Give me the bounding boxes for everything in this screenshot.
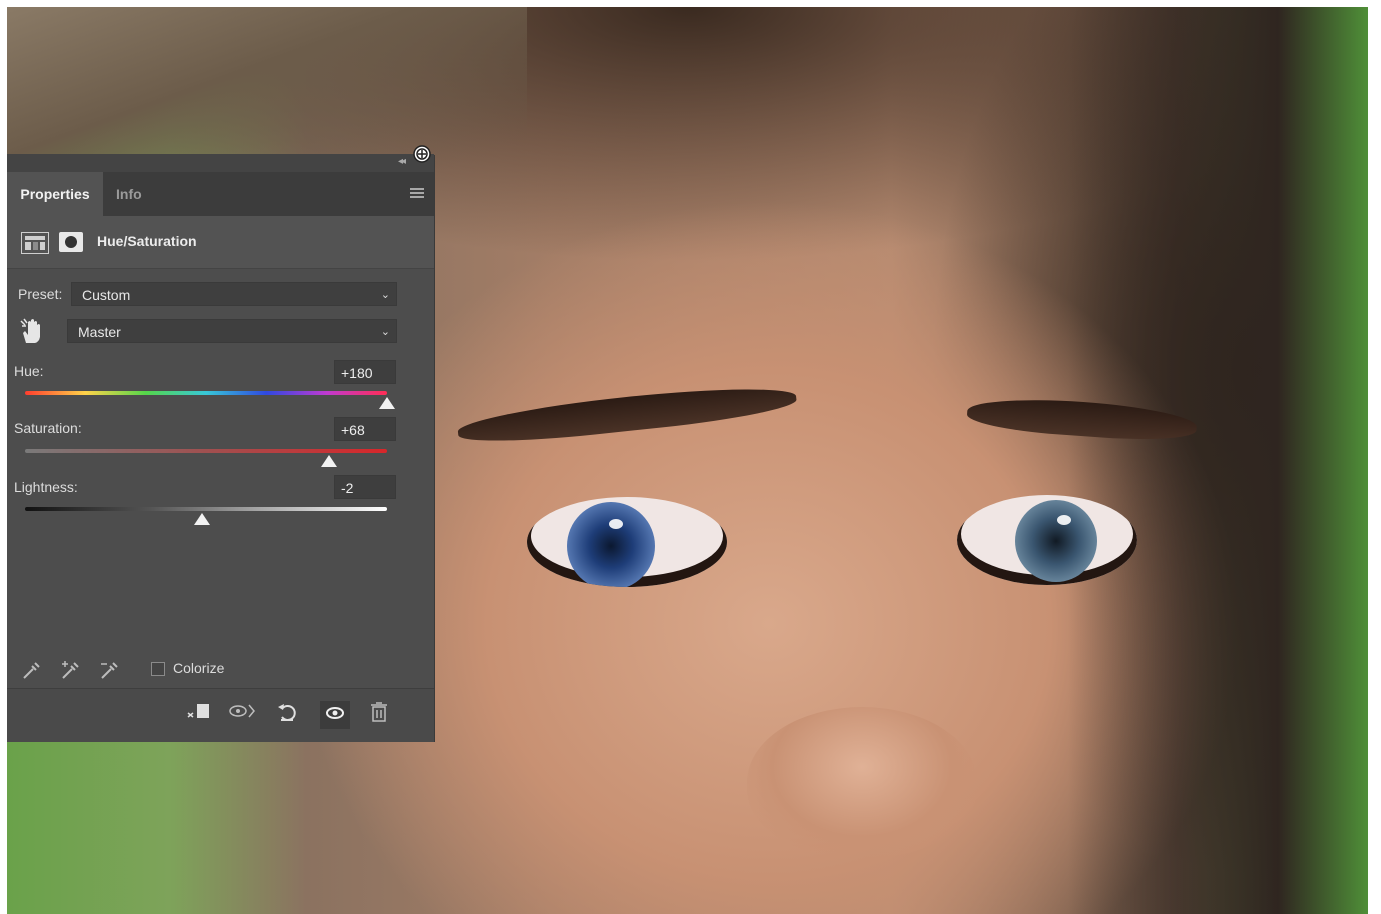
preset-label: Preset: (18, 286, 63, 302)
hue-label: Hue: (14, 363, 44, 379)
add-sample-cursor-icon (412, 144, 434, 166)
preset-dropdown[interactable]: Custom ⌄ (71, 282, 397, 306)
layer-mask-icon[interactable] (59, 232, 83, 252)
targeted-adjustment-hand-icon[interactable] (19, 317, 43, 351)
channel-value: Master (78, 324, 121, 340)
panel-menu-icon[interactable] (410, 188, 424, 198)
adjustment-title: Hue/Saturation (97, 233, 197, 249)
tab-properties[interactable]: Properties (7, 172, 103, 216)
right-eye-glint (1057, 515, 1071, 525)
channel-dropdown[interactable]: Master ⌄ (67, 319, 397, 343)
saturation-value-field[interactable]: +68 (334, 417, 396, 441)
lightness-label: Lightness: (14, 479, 78, 495)
adjustment-layer-icon[interactable] (21, 232, 49, 254)
colorize-checkbox[interactable] (151, 662, 165, 676)
eyedropper-icon[interactable] (21, 659, 43, 687)
colorize-label: Colorize (173, 660, 225, 676)
panel-grip-bar[interactable]: ◂◂ (7, 154, 434, 172)
hair-background-region (1068, 7, 1368, 914)
trash-icon[interactable] (364, 701, 394, 729)
view-previous-state-icon[interactable] (227, 701, 257, 729)
tab-info[interactable]: Info (116, 172, 142, 216)
left-eye (527, 497, 727, 587)
hue-value-field[interactable]: +180 (334, 360, 396, 384)
nose (747, 707, 977, 857)
clip-to-layer-icon[interactable] (183, 701, 213, 729)
panel-footer-toolbar (7, 688, 434, 742)
lightness-slider-thumb[interactable] (194, 513, 211, 525)
right-eye (957, 495, 1137, 585)
panel-tab-bar: Properties Info (7, 172, 434, 216)
chevron-down-icon: ⌄ (380, 326, 390, 338)
eyedropper-minus-icon[interactable] (99, 659, 121, 687)
saturation-slider-thumb[interactable] (321, 455, 338, 467)
visibility-eye-icon[interactable] (320, 701, 350, 729)
lightness-slider-track[interactable] (25, 507, 387, 511)
right-iris (1015, 500, 1097, 582)
saturation-label: Saturation: (14, 420, 82, 436)
adjustment-header: Hue/Saturation (7, 216, 434, 268)
reset-icon[interactable] (272, 701, 302, 729)
left-eyebrow (456, 379, 798, 449)
preset-value: Custom (82, 287, 131, 303)
eyedropper-plus-icon[interactable] (60, 659, 82, 687)
chevron-down-icon: ⌄ (380, 289, 390, 301)
properties-panel: ◂◂ Properties Info Hue/Saturation Preset… (7, 154, 434, 742)
collapse-panel-icon[interactable]: ◂◂ (398, 156, 406, 167)
hue-slider-track[interactable] (25, 391, 387, 395)
hue-slider-thumb[interactable] (379, 397, 395, 409)
lightness-value-field[interactable]: -2 (334, 475, 396, 499)
left-iris (567, 502, 655, 587)
left-eye-glint (609, 519, 623, 529)
adjustment-controls: Preset: Custom ⌄ Master ⌄ Hue: +180 Satu… (7, 268, 434, 739)
saturation-slider-track[interactable] (25, 449, 387, 453)
